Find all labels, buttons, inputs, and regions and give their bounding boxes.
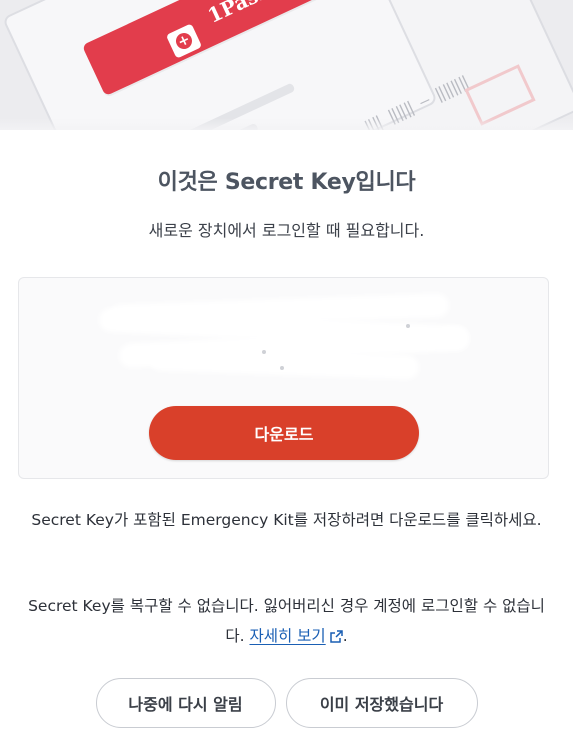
already-saved-button[interactable]: 이미 저장했습니다	[285, 678, 478, 728]
download-hint-text: Secret Key가 포함된 Emergency Kit를 저장하려면 다운로…	[31, 511, 542, 529]
trailing-period: .	[342, 627, 348, 645]
remind-later-button[interactable]: 나중에 다시 알림	[95, 678, 276, 728]
emergency-kit-illustration: + 1Pass ‖‖ ‖‖‖ — ‖‖‖‖	[0, 0, 573, 130]
action-buttons: 나중에 다시 알림 이미 저장했습니다	[0, 678, 573, 728]
external-link-icon	[329, 630, 343, 643]
secret-key-redacted	[94, 292, 474, 382]
recovery-warning-paragraph: Secret Key를 복구할 수 없습니다. 잃어버리신 경우 계정에 로그인…	[24, 591, 549, 651]
download-button[interactable]: 다운로드	[149, 406, 419, 460]
secret-key-card: 다운로드	[18, 277, 549, 479]
hero-fade	[0, 118, 573, 130]
learn-more-link[interactable]: 자세히 보기	[249, 627, 343, 645]
learn-more-label: 자세히 보기	[249, 627, 326, 645]
page-subtitle: 새로운 장치에서 로그인할 때 필요합니다.	[148, 221, 425, 240]
page-title: 이것은 Secret Key입니다	[157, 170, 416, 195]
